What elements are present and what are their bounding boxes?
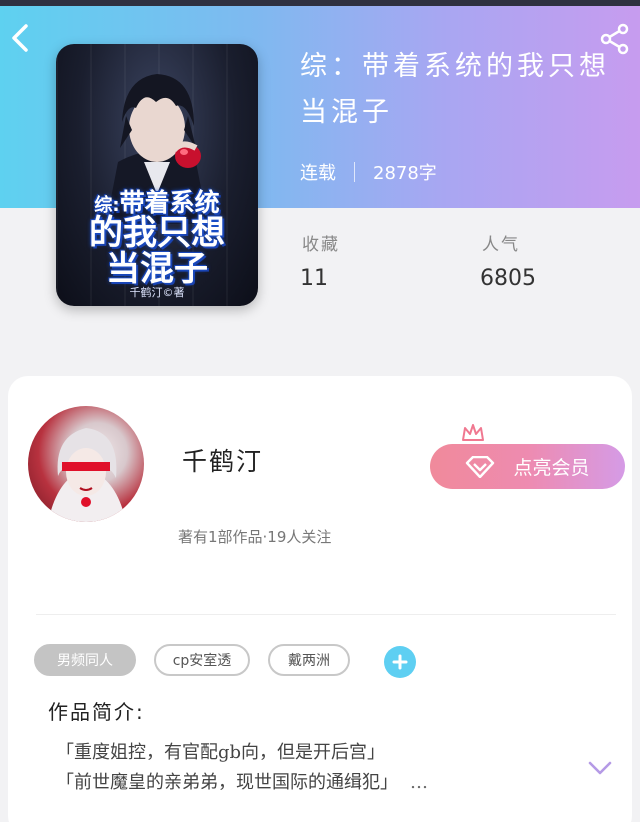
author-name[interactable]: 千鹤汀 xyxy=(182,442,263,478)
crown-icon xyxy=(462,424,484,441)
diamond-icon xyxy=(466,455,495,478)
serial-status: 连载 xyxy=(300,163,336,184)
book-status-row: 连载 2878字 xyxy=(300,158,437,186)
avatar-illustration xyxy=(48,428,126,522)
tag-genre[interactable]: 男频同人 xyxy=(34,644,136,676)
intro-line-2: 「前世魔皇的亲弟弟，现世国际的通缉犯」 … xyxy=(56,768,428,794)
back-button[interactable] xyxy=(6,20,34,56)
word-count: 2878字 xyxy=(373,163,437,184)
chevron-down-icon xyxy=(588,761,612,775)
book-title: 综：带着系统的我只想当混子 xyxy=(300,51,610,128)
cover-title-line-3: 当混子 xyxy=(106,248,208,289)
book-cover[interactable]: 综:带着系统 的我只想 当混子 千鹤汀©著 xyxy=(56,44,258,306)
intro-line-2-text: 「前世魔皇的亲弟弟，现世国际的通缉犯」 xyxy=(56,772,398,793)
cover-title-line-2: 的我只想 xyxy=(89,213,225,254)
author-stats: 著有1部作品·19人关注 xyxy=(178,528,332,546)
vip-button-label: 点亮会员 xyxy=(513,457,590,479)
cover-author: 千鹤汀©著 xyxy=(129,286,185,299)
favorites-count: 11 xyxy=(300,266,328,291)
favorites-label: 收藏 xyxy=(302,235,340,255)
intro-heading: 作品简介: xyxy=(48,700,145,724)
intro-line-1: 「重度姐控，有官配gb向，但是开后宫」 xyxy=(56,742,386,763)
status-divider xyxy=(354,162,355,182)
cover-title: 综:带着系统 的我只想 当混子 xyxy=(56,189,258,289)
tag-cp[interactable]: cp安室透 xyxy=(154,644,250,676)
add-tag-button[interactable] xyxy=(384,646,416,678)
author-avatar[interactable] xyxy=(28,406,144,522)
plus-icon xyxy=(392,654,408,670)
tag-character[interactable]: 戴两洲 xyxy=(268,644,350,676)
intro-ellipsis: … xyxy=(410,772,428,793)
expand-intro-button[interactable] xyxy=(586,756,614,780)
chevron-left-icon xyxy=(12,24,28,52)
popularity-label: 人气 xyxy=(482,235,520,255)
light-up-vip-button[interactable]: 点亮会员 xyxy=(430,444,625,489)
popularity-count: 6805 xyxy=(480,266,536,291)
section-divider xyxy=(36,614,616,615)
